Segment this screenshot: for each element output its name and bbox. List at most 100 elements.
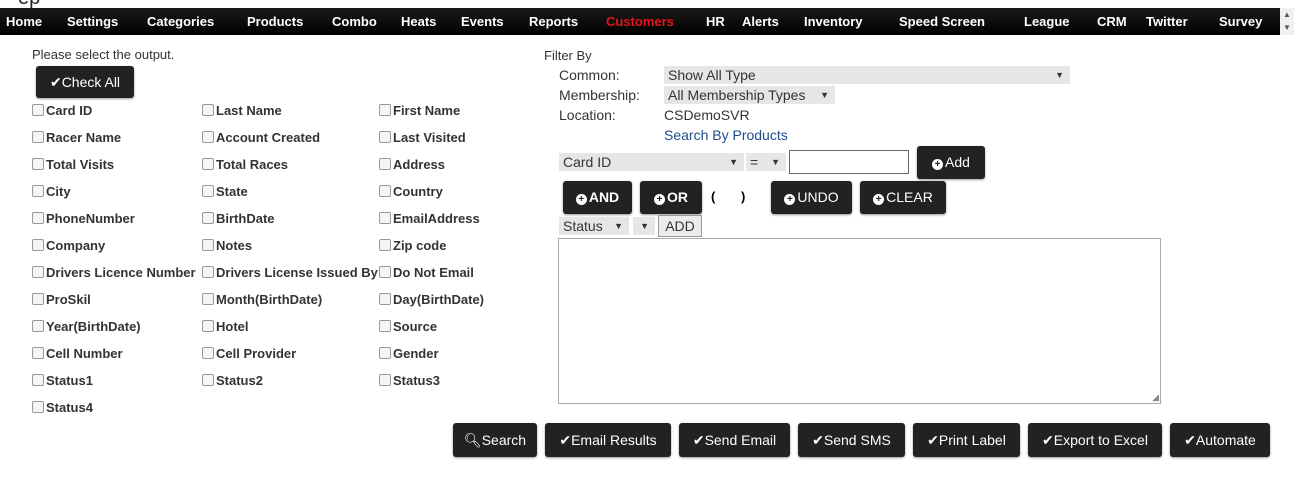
nav-hr[interactable]: HR bbox=[706, 8, 725, 35]
checkbox-icon[interactable] bbox=[202, 374, 214, 386]
checkbox-icon[interactable] bbox=[379, 266, 391, 278]
nav-alerts[interactable]: Alerts bbox=[742, 8, 779, 35]
clear-button[interactable]: + CLEAR bbox=[860, 181, 946, 214]
output-field-checkbox[interactable]: Address bbox=[379, 157, 445, 173]
undo-button[interactable]: + UNDO bbox=[771, 181, 852, 214]
output-field-checkbox[interactable]: City bbox=[32, 184, 71, 200]
checkbox-icon[interactable] bbox=[202, 320, 214, 332]
email-results-button[interactable]: ✔Email Results bbox=[545, 423, 671, 457]
checkbox-icon[interactable] bbox=[379, 104, 391, 116]
output-field-checkbox[interactable]: Gender bbox=[379, 346, 439, 362]
scroll-up-icon[interactable]: ▲ bbox=[1280, 8, 1294, 21]
checkbox-icon[interactable] bbox=[32, 401, 44, 413]
status-value-select[interactable]: ▼ bbox=[633, 217, 655, 235]
checkbox-icon[interactable] bbox=[202, 212, 214, 224]
output-field-checkbox[interactable]: Account Created bbox=[202, 130, 320, 146]
output-field-checkbox[interactable]: State bbox=[202, 184, 248, 200]
close-paren-button[interactable]: ) bbox=[741, 189, 745, 204]
nav-heats[interactable]: Heats bbox=[401, 8, 436, 35]
status-add-button[interactable]: ADD bbox=[658, 215, 702, 237]
checkbox-icon[interactable] bbox=[202, 266, 214, 278]
output-field-checkbox[interactable]: Card ID bbox=[32, 103, 92, 119]
output-field-checkbox[interactable]: Country bbox=[379, 184, 443, 200]
checkbox-icon[interactable] bbox=[32, 131, 44, 143]
or-button[interactable]: + OR bbox=[640, 181, 702, 214]
checkbox-icon[interactable] bbox=[379, 320, 391, 332]
field-select[interactable]: Card ID ▼ bbox=[559, 153, 744, 171]
output-field-checkbox[interactable]: Cell Provider bbox=[202, 346, 296, 362]
checkbox-icon[interactable] bbox=[202, 239, 214, 251]
nav-twitter[interactable]: Twitter bbox=[1146, 8, 1188, 35]
nav-scroll-arrows[interactable]: ▲ ▼ bbox=[1280, 8, 1294, 35]
output-field-checkbox[interactable]: Drivers License Issued By bbox=[202, 265, 378, 281]
output-field-checkbox[interactable]: ProSkil bbox=[32, 292, 91, 308]
nav-survey[interactable]: Survey bbox=[1219, 8, 1262, 35]
nav-league[interactable]: League bbox=[1024, 8, 1070, 35]
checkbox-icon[interactable] bbox=[202, 347, 214, 359]
checkbox-icon[interactable] bbox=[32, 320, 44, 332]
output-field-checkbox[interactable]: EmailAddress bbox=[379, 211, 480, 227]
checkbox-icon[interactable] bbox=[379, 158, 391, 170]
open-paren-button[interactable]: ( bbox=[711, 189, 715, 204]
checkbox-icon[interactable] bbox=[379, 239, 391, 251]
resize-handle-icon[interactable]: ◢ bbox=[1152, 392, 1159, 403]
scroll-down-icon[interactable]: ▼ bbox=[1280, 21, 1294, 34]
operator-select[interactable]: = ▼ bbox=[746, 153, 786, 171]
checkbox-icon[interactable] bbox=[32, 347, 44, 359]
output-field-checkbox[interactable]: Total Races bbox=[202, 157, 288, 173]
nav-reports[interactable]: Reports bbox=[529, 8, 578, 35]
output-field-checkbox[interactable]: Day(BirthDate) bbox=[379, 292, 484, 308]
output-field-checkbox[interactable]: Month(BirthDate) bbox=[202, 292, 322, 308]
output-field-checkbox[interactable]: Total Visits bbox=[32, 157, 114, 173]
output-field-checkbox[interactable]: Status2 bbox=[202, 373, 263, 389]
checkbox-icon[interactable] bbox=[32, 293, 44, 305]
search-by-products-link[interactable]: Search By Products bbox=[664, 127, 788, 143]
common-select[interactable]: Show All Type ▼ bbox=[664, 66, 1070, 84]
output-field-checkbox[interactable]: Zip code bbox=[379, 238, 446, 254]
output-field-checkbox[interactable]: Status4 bbox=[32, 400, 93, 416]
output-field-checkbox[interactable]: Last Name bbox=[202, 103, 282, 119]
check-all-button[interactable]: ✔Check All bbox=[36, 66, 134, 98]
checkbox-icon[interactable] bbox=[32, 104, 44, 116]
output-field-checkbox[interactable]: Notes bbox=[202, 238, 252, 254]
send-email-button[interactable]: ✔Send Email bbox=[679, 423, 790, 457]
output-field-checkbox[interactable]: Drivers Licence Number bbox=[32, 265, 196, 281]
nav-inventory[interactable]: Inventory bbox=[804, 8, 863, 35]
query-textarea[interactable]: ◢ bbox=[558, 238, 1161, 404]
export-excel-button[interactable]: ✔Export to Excel bbox=[1028, 423, 1162, 457]
checkbox-icon[interactable] bbox=[202, 131, 214, 143]
output-field-checkbox[interactable]: Last Visited bbox=[379, 130, 466, 146]
output-field-checkbox[interactable]: PhoneNumber bbox=[32, 211, 135, 227]
checkbox-icon[interactable] bbox=[202, 293, 214, 305]
checkbox-icon[interactable] bbox=[379, 185, 391, 197]
output-field-checkbox[interactable]: Racer Name bbox=[32, 130, 121, 146]
output-field-checkbox[interactable]: Status3 bbox=[379, 373, 440, 389]
checkbox-icon[interactable] bbox=[379, 374, 391, 386]
nav-events[interactable]: Events bbox=[461, 8, 504, 35]
send-sms-button[interactable]: ✔Send SMS bbox=[798, 423, 905, 457]
checkbox-icon[interactable] bbox=[202, 158, 214, 170]
checkbox-icon[interactable] bbox=[202, 104, 214, 116]
print-label-button[interactable]: ✔Print Label bbox=[913, 423, 1020, 457]
search-button[interactable]: 🔍︎Search bbox=[453, 423, 537, 457]
output-field-checkbox[interactable]: First Name bbox=[379, 103, 460, 119]
output-field-checkbox[interactable]: Status1 bbox=[32, 373, 93, 389]
filter-value-input[interactable] bbox=[789, 150, 909, 174]
checkbox-icon[interactable] bbox=[379, 293, 391, 305]
checkbox-icon[interactable] bbox=[32, 185, 44, 197]
output-field-checkbox[interactable]: Do Not Email bbox=[379, 265, 474, 281]
output-field-checkbox[interactable]: Source bbox=[379, 319, 437, 335]
output-field-checkbox[interactable]: Hotel bbox=[202, 319, 249, 335]
checkbox-icon[interactable] bbox=[32, 212, 44, 224]
automate-button[interactable]: ✔Automate bbox=[1170, 423, 1270, 457]
nav-speed-screen[interactable]: Speed Screen bbox=[899, 8, 985, 35]
checkbox-icon[interactable] bbox=[32, 266, 44, 278]
checkbox-icon[interactable] bbox=[379, 131, 391, 143]
output-field-checkbox[interactable]: Company bbox=[32, 238, 105, 254]
nav-categories[interactable]: Categories bbox=[147, 8, 214, 35]
checkbox-icon[interactable] bbox=[32, 374, 44, 386]
checkbox-icon[interactable] bbox=[379, 212, 391, 224]
membership-select[interactable]: All Membership Types ▼ bbox=[664, 86, 835, 104]
checkbox-icon[interactable] bbox=[379, 347, 391, 359]
output-field-checkbox[interactable]: Year(BirthDate) bbox=[32, 319, 141, 335]
